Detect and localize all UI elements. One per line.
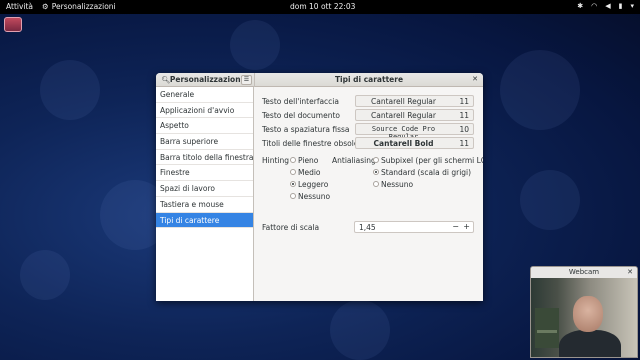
- webcam-titlebar[interactable]: Webcam ✕: [531, 267, 637, 278]
- scale-label: Fattore di scala: [262, 223, 320, 232]
- font-size: 11: [459, 111, 469, 120]
- font-button-document[interactable]: Cantarell Regular 11: [355, 109, 474, 121]
- font-size: 11: [459, 139, 469, 148]
- scale-increase-button[interactable]: +: [463, 222, 470, 231]
- font-size: 11: [459, 97, 469, 106]
- font-size: 10: [459, 125, 469, 134]
- hinting-radio-nessuno[interactable]: [290, 193, 296, 199]
- person-face: [573, 296, 603, 332]
- sidebar-item-spazi-lavoro[interactable]: Spazi di lavoro: [156, 181, 253, 197]
- font-name: Cantarell Regular: [371, 97, 436, 106]
- person-body: [559, 330, 621, 357]
- volume-icon[interactable]: ◀: [605, 2, 610, 10]
- hinting-label: Hinting: [262, 156, 290, 165]
- app-menu-label: Personalizzazioni: [51, 2, 116, 11]
- font-name: Cantarell Regular: [371, 111, 436, 120]
- sidebar-item-aspetto[interactable]: Aspetto: [156, 118, 253, 135]
- system-tray[interactable]: ✱ ◠ ◀ ▮ ▾: [577, 2, 634, 10]
- font-label: Testo dell'interfaccia: [262, 97, 339, 106]
- accessibility-icon[interactable]: ✱: [577, 2, 583, 10]
- font-row-interface: Testo dell'interfaccia Cantarell Regular…: [262, 95, 474, 107]
- webcam-title: Webcam: [568, 268, 600, 276]
- antialiasing-radio-nessuno[interactable]: [373, 181, 379, 187]
- hinting-option-label: Pieno: [298, 156, 319, 165]
- top-bar: Attività ⚙ Personalizzazioni dom 10 ott …: [0, 0, 640, 14]
- font-button-legacy-titles[interactable]: Cantarell Bold 11: [355, 137, 474, 149]
- background-shelf: [535, 308, 559, 348]
- antialiasing-label: Antialiasing: [332, 156, 376, 165]
- sidebar-title: Personalizzazioni: [169, 75, 244, 84]
- hinting-radio-leggero[interactable]: [290, 181, 296, 187]
- activities-button[interactable]: Attività: [6, 2, 33, 11]
- sidebar: Generale Applicazioni d'avvio Aspetto Ba…: [156, 87, 254, 301]
- font-row-monospace: Testo a spaziatura fissa Source Code Pro…: [262, 123, 474, 141]
- hinting-radio-pieno[interactable]: [290, 157, 296, 163]
- chevron-down-icon[interactable]: ▾: [630, 2, 634, 10]
- antialiasing-option-label: Nessuno: [381, 180, 414, 189]
- sidebar-item-finestre[interactable]: Finestre: [156, 165, 253, 182]
- webcam-video: [531, 278, 637, 357]
- hinting-option-label: Leggero: [298, 180, 329, 189]
- font-label: Testo del documento: [262, 111, 341, 120]
- fonts-panel: Testo dell'interfaccia Cantarell Regular…: [255, 87, 483, 301]
- webcam-window: Webcam ✕: [530, 266, 638, 358]
- scale-decrease-button[interactable]: −: [452, 222, 459, 231]
- font-row-document: Testo del documento Cantarell Regular 11: [262, 109, 474, 121]
- sidebar-item-tipi-carattere[interactable]: Tipi di carattere: [156, 212, 253, 229]
- antialiasing-radio-standard[interactable]: [373, 169, 379, 175]
- wifi-icon[interactable]: ◠: [591, 2, 597, 10]
- sidebar-item-tastiera-mouse[interactable]: Tastiera e mouse: [156, 197, 253, 213]
- battery-icon[interactable]: ▮: [619, 2, 623, 10]
- font-label: Testo a spaziatura fissa: [262, 125, 350, 134]
- hinting-option-label: Nessuno: [298, 192, 331, 201]
- sidebar-item-barra-superiore[interactable]: Barra superiore: [156, 134, 253, 150]
- window-titlebar[interactable]: 🔍︎ Personalizzazioni ☰ Tipi di carattere…: [156, 73, 483, 87]
- font-name: Cantarell Bold: [373, 139, 434, 148]
- window-title: Tipi di carattere: [334, 75, 404, 84]
- hinting-option-label: Medio: [298, 168, 321, 177]
- antialiasing-option-label: Standard (scala di grigi): [381, 168, 472, 177]
- close-icon[interactable]: ✕: [627, 267, 633, 278]
- background-shelf-board: [537, 330, 557, 333]
- desktop-app-icon[interactable]: [4, 17, 22, 32]
- font-label: Titoli delle finestre obsolete: [262, 139, 367, 148]
- scale-spinbutton[interactable]: 1,45 − +: [354, 221, 474, 233]
- hinting-radio-medio[interactable]: [290, 169, 296, 175]
- tweaks-window: 🔍︎ Personalizzazioni ☰ Tipi di carattere…: [156, 73, 483, 301]
- antialiasing-option-label: Subpixel (per gli schermi LCD): [381, 156, 483, 165]
- font-button-interface[interactable]: Cantarell Regular 11: [355, 95, 474, 107]
- scale-value: 1,45: [359, 223, 376, 232]
- sidebar-item-generale[interactable]: Generale: [156, 87, 253, 103]
- hamburger-menu-icon[interactable]: ☰: [241, 75, 252, 85]
- sidebar-item-barra-titolo[interactable]: Barra titolo della finestra: [156, 150, 254, 166]
- app-menu-icon: ⚙: [42, 2, 49, 11]
- sidebar-item-applicazioni-avvio[interactable]: Applicazioni d'avvio: [156, 103, 253, 119]
- antialiasing-radio-subpixel[interactable]: [373, 157, 379, 163]
- clock[interactable]: dom 10 ott 22:03: [290, 2, 355, 11]
- close-icon[interactable]: ✕: [472, 75, 478, 83]
- app-menu[interactable]: ⚙ Personalizzazioni: [42, 2, 116, 11]
- font-button-monospace[interactable]: Source Code Pro Regular 10: [355, 123, 474, 141]
- font-row-legacy-titles: Titoli delle finestre obsolete Cantarell…: [262, 137, 474, 149]
